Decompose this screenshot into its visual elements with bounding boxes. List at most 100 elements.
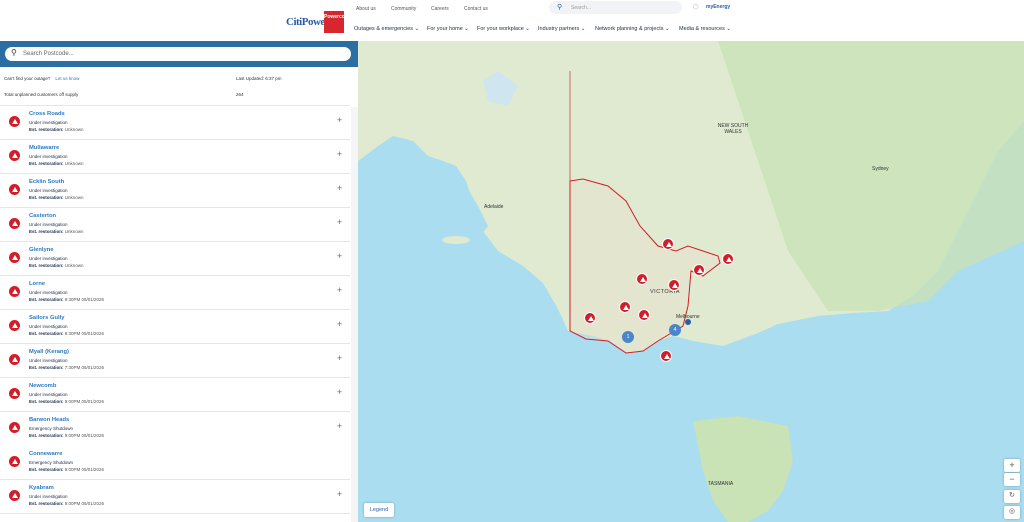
outage-marker[interactable] bbox=[722, 253, 734, 265]
outage-item[interactable]: Myall (Kerang) Under investigation Est. re… bbox=[0, 344, 350, 378]
outage-cluster[interactable]: 4 bbox=[669, 324, 681, 336]
expand-icon[interactable]: + bbox=[337, 115, 342, 125]
expand-icon[interactable]: + bbox=[337, 353, 342, 363]
kangaroo-island bbox=[442, 236, 470, 244]
outage-marker[interactable] bbox=[584, 312, 596, 324]
outage-item[interactable]: Casterton Under investigation Est. restora… bbox=[0, 208, 350, 242]
outage-item[interactable]: Barwon Heads Emergency Shutdown Est. resto… bbox=[0, 412, 350, 446]
site-search-placeholder: Search... bbox=[571, 5, 592, 11]
outage-item[interactable]: Sailors Gully Under investigation Est. res… bbox=[0, 310, 350, 344]
outage-cluster[interactable]: 1 bbox=[622, 331, 634, 343]
outage-suburb[interactable]: Barwon Heads bbox=[29, 417, 69, 423]
warning-icon bbox=[696, 267, 703, 273]
outage-item[interactable]: Ecklin South Under investigation Est. rest… bbox=[0, 174, 350, 208]
outage-suburb[interactable]: Glenlyne bbox=[29, 247, 53, 253]
outage-status: Under investigation bbox=[29, 358, 68, 363]
outage-item[interactable]: Lorne Under investigation Est. restoration… bbox=[0, 276, 350, 310]
outage-restoration: Est. restoration: 8:30PM 05/01/2026 bbox=[29, 331, 105, 336]
outage-status: Emergency Shutdown bbox=[29, 426, 74, 431]
warning-icon bbox=[9, 252, 20, 263]
outage-status: Under investigation bbox=[29, 392, 68, 397]
outage-suburb[interactable]: Cross Roads bbox=[29, 111, 65, 117]
expand-icon[interactable]: + bbox=[337, 217, 342, 227]
warning-icon bbox=[9, 320, 20, 331]
outage-suburb[interactable]: Ecklin South bbox=[29, 179, 64, 185]
outage-suburb[interactable]: Connewarre bbox=[29, 451, 63, 457]
outage-item[interactable]: Connewarre Emergency Shutdown Est. restora… bbox=[0, 446, 350, 480]
outage-item[interactable]: Cross Roads Under investigation Est. resto… bbox=[0, 106, 350, 140]
top-link-about[interactable]: About us bbox=[356, 6, 376, 12]
map-label-adelaide: Adelaide bbox=[484, 204, 504, 210]
outage-suburb[interactable]: Lorne bbox=[29, 281, 45, 287]
outage-suburb[interactable]: Casterton bbox=[29, 213, 56, 219]
outage-item[interactable]: Newcomb Under investigation Est. restorati… bbox=[0, 378, 350, 412]
outage-status: Under investigation bbox=[29, 222, 68, 227]
site-header: CitiPower Powercor About us Community Ca… bbox=[0, 0, 1024, 40]
outage-status: Emergency Shutdown bbox=[29, 460, 74, 465]
search-icon: ⚲ bbox=[557, 4, 563, 11]
expand-icon[interactable]: + bbox=[337, 183, 342, 193]
outage-marker[interactable] bbox=[636, 273, 648, 285]
warning-icon bbox=[587, 315, 594, 321]
warning-icon bbox=[9, 490, 20, 501]
outage-map[interactable]: Adelaide VICTORIA NEW SOUTH WALES Sydney… bbox=[358, 41, 1024, 522]
nav-workplace[interactable]: For your workplace ⌄ bbox=[477, 26, 530, 32]
warning-icon bbox=[665, 241, 672, 247]
outage-suburb[interactable]: Myall (Kerang) bbox=[29, 349, 69, 355]
outage-suburb[interactable]: Sailors Gully bbox=[29, 315, 64, 321]
cant-find-text: Can't find your outage? Let us know bbox=[4, 76, 80, 81]
warning-icon bbox=[725, 256, 732, 262]
nav-home[interactable]: For your home ⌄ bbox=[427, 26, 469, 32]
outage-suburb[interactable]: Mullawarre bbox=[29, 145, 59, 151]
outage-restoration: Est. restoration: 9:00PM 05/01/2026 bbox=[29, 399, 105, 404]
refresh-icon[interactable]: ↻ bbox=[1004, 490, 1020, 503]
logo-text: CitiPower bbox=[286, 16, 330, 28]
expand-icon[interactable]: + bbox=[337, 421, 342, 431]
outage-marker[interactable] bbox=[619, 301, 631, 313]
locate-icon[interactable]: ◎ bbox=[1004, 506, 1020, 519]
top-link-contact[interactable]: Contact us bbox=[464, 6, 488, 12]
outage-marker[interactable] bbox=[660, 350, 672, 362]
total-value: 264 bbox=[236, 92, 244, 97]
nav-network[interactable]: Network planning & projects ⌄ bbox=[595, 26, 670, 32]
logo[interactable]: CitiPower Powercor bbox=[286, 11, 356, 33]
expand-icon[interactable]: + bbox=[337, 319, 342, 329]
outage-item[interactable]: Glenlyne Under investigation Est. restorat… bbox=[0, 242, 350, 276]
outage-suburb[interactable]: Newcomb bbox=[29, 383, 56, 389]
outage-restoration: Est. restoration: Unknown bbox=[29, 195, 84, 200]
zoom-out-button[interactable]: − bbox=[1004, 473, 1020, 486]
outage-marker[interactable] bbox=[668, 279, 680, 291]
expand-icon[interactable]: + bbox=[337, 387, 342, 397]
lightbulb-icon: ◯ bbox=[693, 4, 699, 10]
top-link-careers[interactable]: Careers bbox=[431, 6, 449, 12]
outage-restoration: Est. restoration: 9:00PM 05/01/2026 bbox=[29, 433, 105, 438]
expand-icon[interactable]: + bbox=[337, 149, 342, 159]
outage-marker[interactable] bbox=[662, 238, 674, 250]
outage-status: Under investigation bbox=[29, 120, 68, 125]
outage-marker[interactable] bbox=[638, 309, 650, 321]
nav-industry[interactable]: Industry partners ⌄ bbox=[538, 26, 585, 32]
top-link-community[interactable]: Community bbox=[391, 6, 416, 12]
total-label: Total unplanned customers off supply bbox=[4, 92, 79, 97]
outage-item[interactable]: Mullawarre Under investigation Est. restor… bbox=[0, 140, 350, 174]
expand-icon[interactable]: + bbox=[337, 489, 342, 499]
outage-item[interactable]: Kyabram Under investigation Est. restorati… bbox=[0, 480, 350, 514]
site-search[interactable]: ⚲ Search... bbox=[549, 1, 682, 14]
outage-suburb[interactable]: Kyabram bbox=[29, 485, 54, 491]
warning-icon bbox=[9, 456, 20, 467]
last-updated: Last Updated: 6:37 pm bbox=[236, 76, 282, 81]
expand-icon[interactable]: + bbox=[337, 285, 342, 295]
postcode-search-input[interactable]: ⚲ Search Postcode... bbox=[5, 47, 351, 61]
expand-icon[interactable]: + bbox=[337, 251, 342, 261]
let-us-know-link[interactable]: Let us know bbox=[55, 76, 79, 81]
legend-button[interactable]: Legend bbox=[364, 503, 394, 517]
scrollbar[interactable] bbox=[351, 107, 358, 522]
logo-badge: Powercor bbox=[324, 11, 347, 33]
outage-restoration: Est. restoration: Unknown bbox=[29, 263, 84, 268]
myenergy-link[interactable]: ◯ myEnergy bbox=[693, 4, 730, 10]
zoom-in-button[interactable]: + bbox=[1004, 459, 1020, 472]
nav-media[interactable]: Media & resources ⌄ bbox=[679, 26, 731, 32]
nav-outages[interactable]: Outages & emergencies ⌄ bbox=[354, 26, 419, 32]
warning-icon bbox=[622, 304, 629, 310]
outage-marker[interactable] bbox=[693, 264, 705, 276]
